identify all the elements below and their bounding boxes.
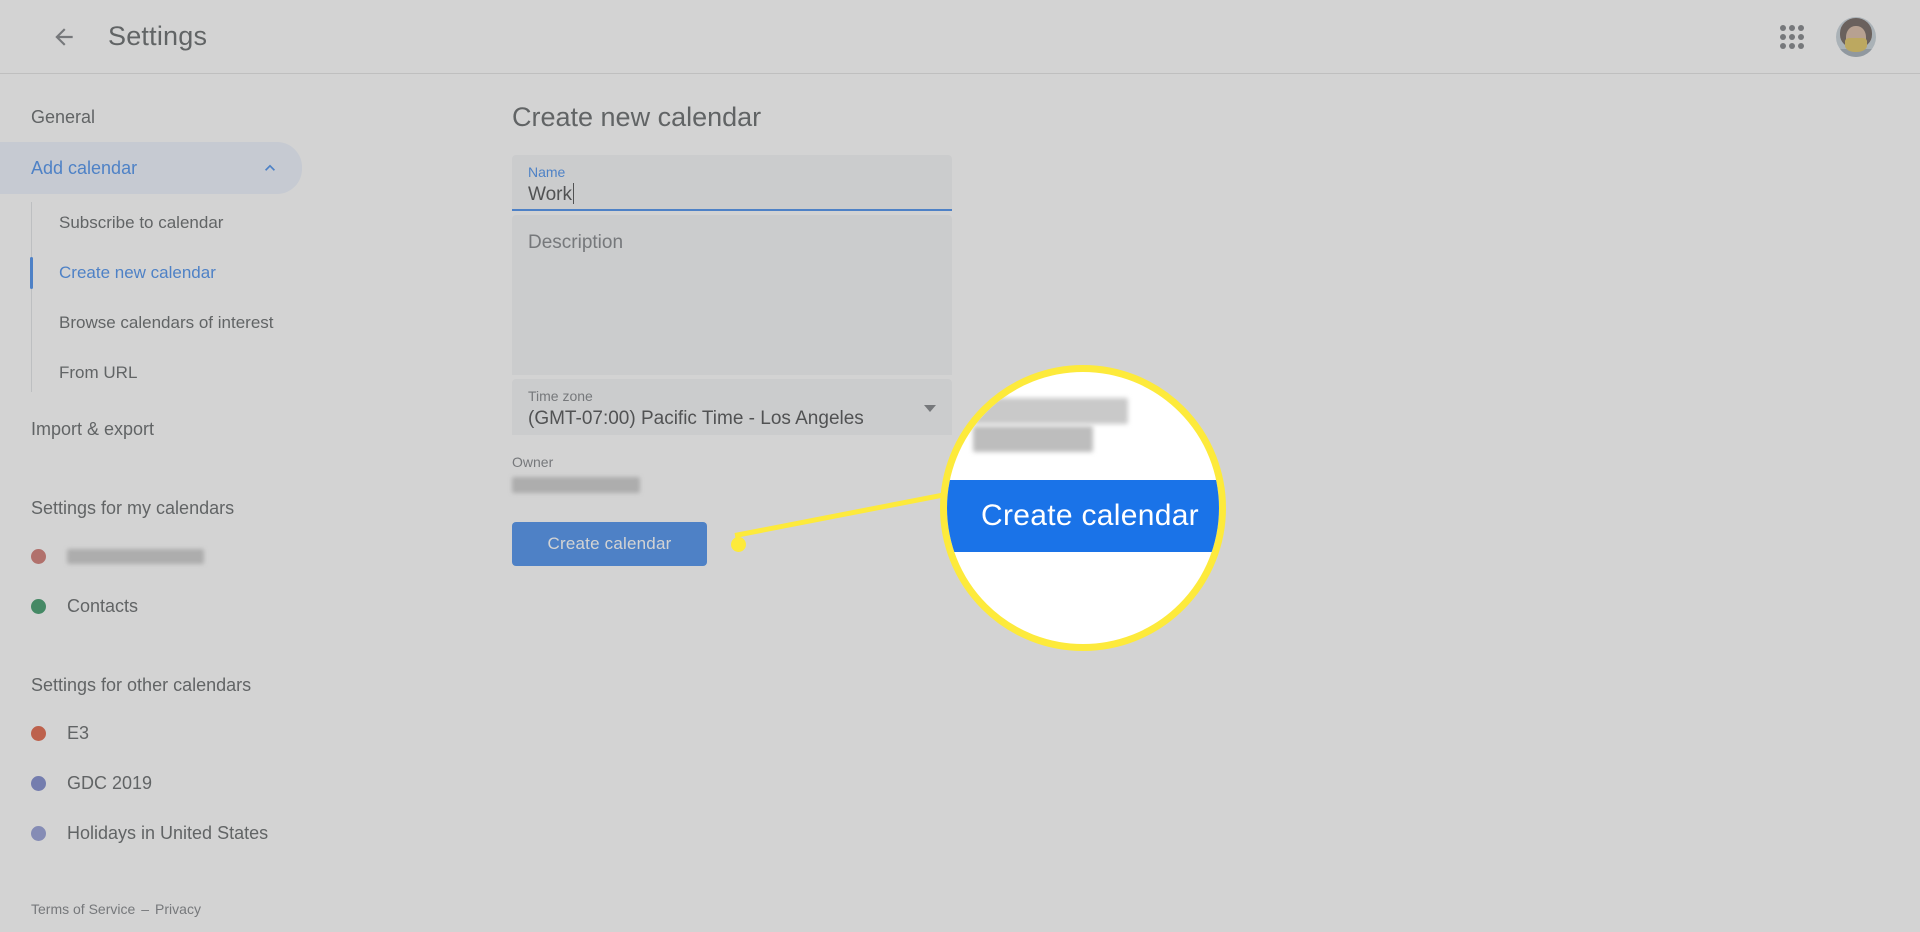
sidebar-item-browse-calendars[interactable]: Browse calendars of interest: [0, 298, 500, 348]
name-field-value[interactable]: Work: [528, 181, 936, 209]
sidebar-item-create-new-calendar[interactable]: Create new calendar: [0, 248, 500, 298]
description-field[interactable]: Description: [512, 215, 952, 375]
sidebar-item-subscribe-to-calendar[interactable]: Subscribe to calendar: [0, 198, 500, 248]
sidebar-item-from-url[interactable]: From URL: [0, 348, 500, 398]
calendar-list-item[interactable]: [0, 531, 500, 581]
sidebar-item-label: Subscribe to calendar: [59, 213, 224, 232]
sidebar-item-general[interactable]: General: [0, 92, 500, 142]
panel-heading: Create new calendar: [512, 102, 762, 132]
page-title: Settings: [108, 21, 208, 51]
sidebar-item-add-calendar[interactable]: Add calendar: [0, 142, 302, 194]
dropdown-arrow-icon[interactable]: [924, 405, 936, 412]
calendar-name-label: E3: [67, 722, 90, 743]
text-caret: [572, 183, 575, 204]
settings-page: Settings General Add calendar Subscribe …: [0, 0, 1920, 932]
calendar-name-label: Holidays in United States: [67, 822, 269, 843]
sidebar-item-label: Add calendar: [31, 157, 138, 178]
timezone-field-value: (GMT-07:00) Pacific Time - Los Angeles: [528, 408, 864, 429]
calendar-list-item[interactable]: Holidays in United States: [0, 808, 500, 858]
sidebar-item-label: Browse calendars of interest: [59, 313, 274, 332]
avatar[interactable]: [1836, 16, 1876, 57]
focus-underline: [512, 208, 952, 211]
owner-field: Owner: [512, 453, 1920, 498]
calendar-color-dot: [31, 598, 46, 614]
description-field-placeholder: Description: [528, 232, 624, 253]
calendar-name-label: Contacts: [67, 595, 139, 616]
section-title-other-calendars: Settings for other calendars: [31, 675, 252, 695]
calendar-color-dot: [31, 825, 46, 841]
back-arrow-icon[interactable]: [40, 13, 88, 61]
header-actions: [1770, 15, 1896, 59]
create-calendar-panel: Create new calendar Name Work Descriptio…: [500, 74, 1920, 932]
sidebar-item-import-export[interactable]: Import & export: [0, 404, 500, 454]
calendar-list-item[interactable]: Contacts: [0, 581, 500, 631]
sidebar-item-label: Import & export: [31, 418, 155, 439]
add-calendar-subnav: Subscribe to calendar Create new calenda…: [0, 198, 500, 398]
name-field[interactable]: Name Work: [512, 155, 952, 211]
sidebar-item-label: Create new calendar: [59, 263, 216, 282]
footer-links: Terms of Service – Privacy: [31, 901, 201, 917]
timezone-field[interactable]: Time zone (GMT-07:00) Pacific Time - Los…: [512, 379, 952, 435]
name-field-text: Work: [528, 184, 572, 205]
redacted-calendar-name: [67, 548, 204, 564]
sidebar-item-label: General: [31, 106, 96, 127]
calendar-list-item[interactable]: GDC 2019: [0, 758, 500, 808]
terms-of-service-link[interactable]: Terms of Service: [31, 901, 135, 917]
footer-separator: –: [141, 901, 150, 917]
redacted-owner-value: [512, 477, 640, 493]
calendar-color-dot: [31, 548, 46, 564]
apps-grid-icon[interactable]: [1770, 15, 1814, 59]
owner-field-label: Owner: [512, 454, 554, 470]
section-title-my-calendars: Settings for my calendars: [31, 498, 235, 518]
calendar-color-dot: [31, 725, 46, 741]
privacy-link[interactable]: Privacy: [155, 901, 201, 917]
create-calendar-button[interactable]: Create calendar: [512, 522, 707, 566]
chevron-up-icon: [260, 158, 280, 178]
name-field-label: Name: [528, 164, 566, 180]
sidebar-item-label: From URL: [59, 363, 138, 382]
settings-sidebar: General Add calendar Subscribe to calend…: [0, 74, 500, 932]
calendar-color-dot: [31, 775, 46, 791]
timezone-field-label: Time zone: [528, 388, 593, 404]
calendar-list-item[interactable]: E3: [0, 708, 500, 758]
app-header: Settings: [0, 0, 1920, 74]
calendar-name-label: GDC 2019: [67, 772, 153, 793]
